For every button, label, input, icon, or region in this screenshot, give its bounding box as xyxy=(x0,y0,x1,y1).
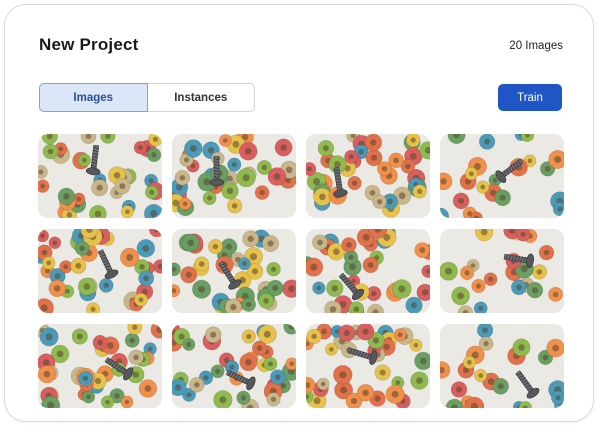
project-card: New Project 20 Images Images Instances T… xyxy=(4,4,594,422)
image-thumbnail[interactable] xyxy=(38,229,162,313)
image-thumbnail[interactable] xyxy=(440,324,564,408)
cereal-with-screw xyxy=(172,134,296,218)
cereal-with-screw xyxy=(172,229,296,313)
image-thumbnail[interactable] xyxy=(306,134,430,218)
cereal-with-screw xyxy=(306,134,430,218)
image-count: 20 Images xyxy=(509,40,563,52)
cereal-with-screw xyxy=(306,229,430,313)
image-thumbnail[interactable] xyxy=(306,229,430,313)
cereal-with-screw xyxy=(172,324,296,408)
page-title: New Project xyxy=(39,35,139,54)
cereal-with-screw xyxy=(38,324,162,408)
train-button[interactable]: Train xyxy=(498,84,562,111)
tab-instances[interactable]: Instances xyxy=(147,83,255,112)
image-thumbnail[interactable] xyxy=(172,324,296,408)
image-thumbnail[interactable] xyxy=(172,229,296,313)
image-thumbnail[interactable] xyxy=(440,134,564,218)
image-gallery xyxy=(38,134,564,408)
image-thumbnail[interactable] xyxy=(172,134,296,218)
cereal-with-screw xyxy=(440,324,564,408)
tab-images[interactable]: Images xyxy=(39,83,148,112)
cereal-with-screw xyxy=(440,229,564,313)
image-thumbnail[interactable] xyxy=(38,324,162,408)
image-thumbnail[interactable] xyxy=(306,324,430,408)
view-tabs: Images Instances xyxy=(39,83,255,112)
cereal-with-screw xyxy=(38,134,162,218)
cereal-with-screw xyxy=(38,229,162,313)
cereal-with-screw xyxy=(306,324,430,408)
image-thumbnail[interactable] xyxy=(38,134,162,218)
image-thumbnail[interactable] xyxy=(440,229,564,313)
cereal-with-screw xyxy=(440,134,564,218)
